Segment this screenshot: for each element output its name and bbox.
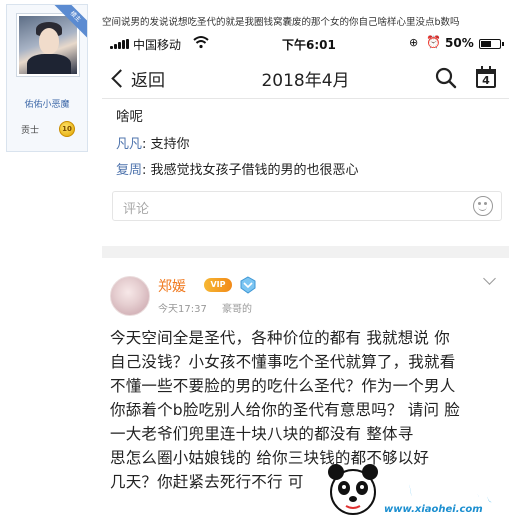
- carrier-name: 中国移动: [133, 38, 182, 52]
- watermark-url: www.xiaohei.com: [384, 504, 483, 515]
- calendar-number: 4: [482, 74, 490, 87]
- avatar-face: [39, 28, 59, 54]
- alarm-icon: ⏰: [426, 35, 441, 49]
- back-button[interactable]: 返回: [108, 64, 165, 92]
- post-source: 豪哥的: [222, 304, 252, 315]
- phone-screenshot: 中国移动 下午6:01 ⊕ ⏰ 50% 返回 2018年4月 4 啥呢 凡凡: …: [102, 32, 509, 520]
- feed-card-previous: 啥呢 凡凡: 支持你 复周: 我感觉找女孩子借钱的男的也很恶心 评论: [102, 99, 509, 249]
- card-separator: [102, 246, 509, 258]
- chevron-down-icon[interactable]: [483, 272, 496, 285]
- post-body-line: 你舔着个b脸吃别人给你的圣代有意思吗？ 请问 脸: [110, 401, 460, 419]
- search-icon[interactable]: [434, 66, 458, 90]
- signal-icon: [110, 39, 130, 49]
- author-avatar[interactable]: [110, 276, 150, 316]
- comment-placeholder: 评论: [123, 202, 150, 217]
- comment-author[interactable]: 凡凡: [116, 137, 142, 152]
- card-text: 啥呢: [116, 109, 143, 125]
- forum-avatar[interactable]: [16, 13, 80, 77]
- battery-fill: [481, 41, 491, 47]
- forum-username[interactable]: 佑佑小恶魔: [7, 97, 87, 110]
- comment-input[interactable]: 评论: [112, 191, 502, 221]
- rotation-lock-icon: ⊕: [409, 36, 419, 49]
- comment-text: : 支持你: [142, 137, 190, 152]
- vip-badge-icon: VIP: [204, 278, 232, 292]
- panda-logo-icon: [328, 464, 378, 515]
- level-badge-icon: [240, 276, 256, 294]
- battery-percent: 50%: [445, 36, 474, 50]
- emoji-icon[interactable]: [473, 196, 493, 216]
- forum-rank: 贡士: [21, 126, 40, 136]
- post-time: 今天17:37: [158, 304, 207, 315]
- avatar-photo: [19, 16, 77, 74]
- nav-bar: 返回 2018年4月 4: [102, 58, 509, 98]
- post-body-line: 不懂一些不要脸的男的吃什么圣代？作为一个男人: [110, 377, 456, 395]
- comment-item: 凡凡: 支持你: [116, 133, 190, 152]
- post-body-line: 一大老爷们兜里连十块八块的都没有 整体寻: [110, 425, 414, 443]
- site-watermark: 小黑游戏 www.xiaohei.com: [326, 452, 509, 520]
- back-chevron-icon: [111, 68, 130, 88]
- forum-user-card: 楼主 佑佑小恶魔 贡士 10: [6, 4, 88, 152]
- battery-icon: [479, 39, 504, 49]
- comment-item: 复周: 我感觉找女孩子借钱的男的也很恶心: [116, 159, 359, 178]
- watermark-logo: 小黑游戏: [381, 473, 497, 510]
- post-body-line: 自己没钱？小女孩不懂事吃个圣代就算了，我就看: [110, 353, 456, 371]
- author-name[interactable]: 郑媛: [158, 276, 186, 296]
- status-bar: 中国移动 下午6:01 ⊕ ⏰ 50%: [102, 32, 509, 56]
- status-time: 下午6:01: [282, 38, 336, 52]
- comment-text: : 我感觉找女孩子借钱的男的也很恶心: [142, 163, 359, 178]
- post-text: 空间说男的发说说想吃圣代的就是我圈钱窝囊废的那个女的你自己啥样心里没点b数吗: [102, 17, 460, 28]
- rank-badge-icon: 10: [59, 121, 75, 137]
- comment-author[interactable]: 复周: [116, 163, 142, 178]
- post-body-line: 今天空间全是圣代，各种价位的都有 我就想说 你: [110, 329, 450, 347]
- battery-nub: [502, 42, 504, 46]
- forum-rank-row: 贡士 10: [7, 121, 87, 137]
- avatar-suit: [27, 54, 71, 74]
- back-label: 返回: [131, 70, 165, 91]
- calendar-ring: [481, 66, 483, 71]
- calendar-button[interactable]: 4: [474, 66, 498, 90]
- wifi-icon: [193, 36, 209, 49]
- calendar-ring: [489, 66, 491, 71]
